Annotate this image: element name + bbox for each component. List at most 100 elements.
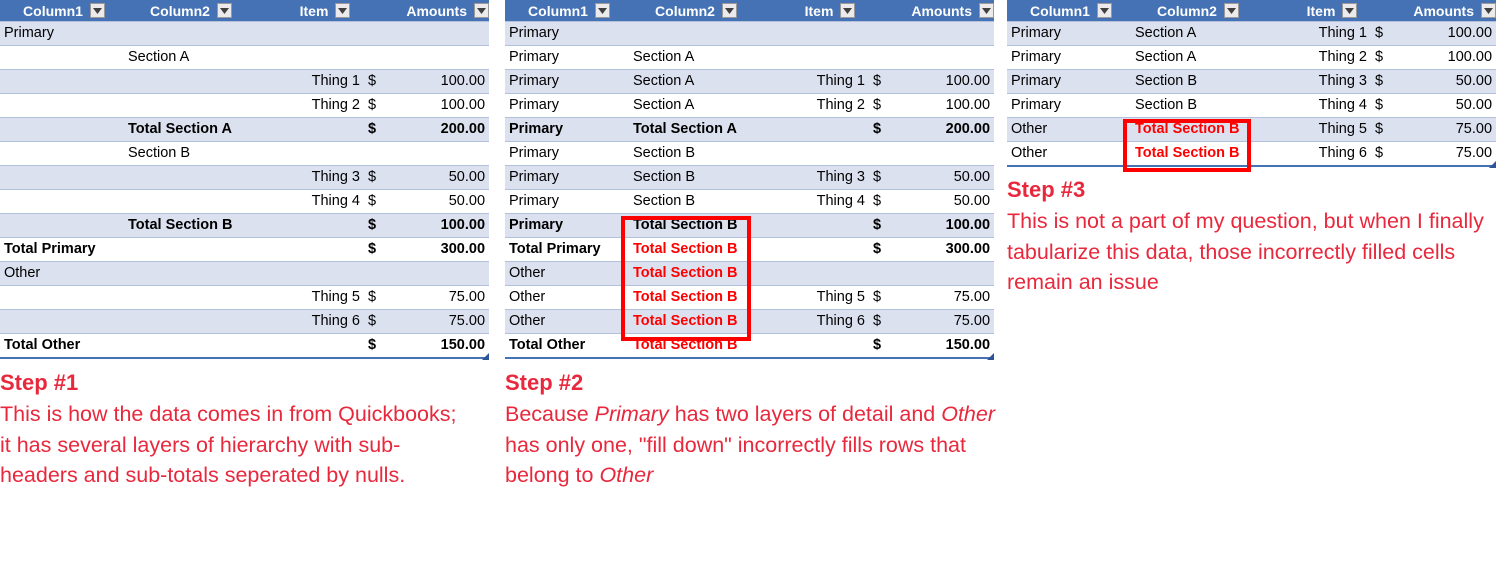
- cell-currency-symbol[interactable]: $: [869, 117, 898, 142]
- table-row[interactable]: Other Total Section B Thing 5 $75.00: [1007, 117, 1497, 142]
- cell-currency-symbol[interactable]: $: [364, 117, 393, 142]
- cell-amount[interactable]: 75.00: [897, 309, 995, 334]
- table-row[interactable]: Primary: [0, 21, 490, 46]
- cell-item[interactable]: Thing 1: [759, 69, 869, 94]
- cell-item[interactable]: Thing 1: [1261, 21, 1371, 46]
- column-header-item[interactable]: Item: [254, 0, 393, 22]
- cell-currency-symbol[interactable]: $: [364, 69, 393, 94]
- table-row[interactable]: Primary Section A Thing 1 $100.00: [505, 69, 995, 94]
- cell-item[interactable]: Thing 1: [254, 69, 364, 94]
- chevron-down-icon[interactable]: [335, 3, 351, 18]
- cell-amount[interactable]: 100.00: [1399, 21, 1497, 46]
- cell-amount[interactable]: 100.00: [897, 93, 995, 118]
- cell-column1[interactable]: Primary: [505, 117, 629, 142]
- cell-currency-symbol[interactable]: [364, 45, 393, 70]
- cell-column2[interactable]: [124, 165, 254, 190]
- cell-column1[interactable]: Primary: [0, 21, 124, 46]
- cell-amount[interactable]: 100.00: [1399, 45, 1497, 70]
- column-header-column2[interactable]: Column2: [629, 0, 759, 22]
- cell-column1[interactable]: Primary: [1007, 45, 1131, 70]
- cell-column1[interactable]: [0, 189, 124, 214]
- cell-item[interactable]: [254, 237, 364, 262]
- cell-column1[interactable]: Other: [0, 261, 124, 286]
- table-row[interactable]: Total Primary $300.00: [0, 237, 490, 262]
- cell-amount[interactable]: 50.00: [897, 165, 995, 190]
- cell-column2[interactable]: Section A: [629, 45, 759, 70]
- column-header-column1[interactable]: Column1: [1007, 0, 1131, 22]
- cell-amount[interactable]: 100.00: [392, 213, 490, 238]
- cell-column1[interactable]: Other: [1007, 141, 1131, 167]
- cell-column2[interactable]: Section A: [629, 69, 759, 94]
- cell-column1[interactable]: Primary: [1007, 93, 1131, 118]
- cell-column2[interactable]: Section A: [1131, 45, 1261, 70]
- cell-currency-symbol[interactable]: $: [1371, 117, 1400, 142]
- cell-column1[interactable]: Primary: [505, 141, 629, 166]
- cell-column2[interactable]: [124, 189, 254, 214]
- cell-column1[interactable]: [0, 141, 124, 166]
- cell-amount[interactable]: 200.00: [392, 117, 490, 142]
- table-row[interactable]: Total Other $150.00: [0, 333, 490, 359]
- cell-amount[interactable]: 75.00: [392, 309, 490, 334]
- cell-column1[interactable]: Total Primary: [0, 237, 124, 262]
- cell-column1[interactable]: [0, 165, 124, 190]
- table-row[interactable]: Other Total Section B Thing 6 $75.00: [505, 309, 995, 334]
- table-row[interactable]: Primary Section B Thing 3 $50.00: [505, 165, 995, 190]
- cell-amount[interactable]: 100.00: [392, 69, 490, 94]
- cell-amount[interactable]: [897, 45, 995, 70]
- table-row[interactable]: Total Section A $200.00: [0, 117, 490, 142]
- table-row[interactable]: Other Total Section B: [505, 261, 995, 286]
- cell-column2[interactable]: Section B: [629, 141, 759, 166]
- cell-column1[interactable]: Primary: [505, 165, 629, 190]
- cell-column1[interactable]: [0, 45, 124, 70]
- cell-column2[interactable]: Total Section A: [124, 117, 254, 142]
- cell-amount[interactable]: [897, 261, 995, 286]
- table-row[interactable]: Primary Section A Thing 2 $100.00: [1007, 45, 1497, 70]
- column-header-column1[interactable]: Column1: [0, 0, 124, 22]
- table-row[interactable]: Thing 3 $50.00: [0, 165, 490, 190]
- chevron-down-icon[interactable]: [594, 3, 610, 18]
- cell-amount[interactable]: 75.00: [897, 285, 995, 310]
- cell-column2[interactable]: Total Section B: [629, 333, 759, 359]
- table-row[interactable]: Thing 4 $50.00: [0, 189, 490, 214]
- cell-column2[interactable]: Total Section B: [124, 213, 254, 238]
- chevron-down-icon[interactable]: [840, 3, 856, 18]
- cell-amount[interactable]: 75.00: [1399, 141, 1497, 167]
- cell-item[interactable]: [759, 117, 869, 142]
- cell-currency-symbol[interactable]: [869, 45, 898, 70]
- cell-column2[interactable]: [124, 309, 254, 334]
- cell-amount[interactable]: 50.00: [897, 189, 995, 214]
- cell-amount[interactable]: [897, 141, 995, 166]
- cell-currency-symbol[interactable]: $: [364, 189, 393, 214]
- cell-item[interactable]: [759, 261, 869, 286]
- cell-column2[interactable]: Section B: [1131, 69, 1261, 94]
- chevron-down-icon[interactable]: [979, 3, 995, 18]
- cell-column2[interactable]: [629, 21, 759, 46]
- cell-column1[interactable]: Primary: [505, 213, 629, 238]
- cell-amount[interactable]: 100.00: [392, 93, 490, 118]
- cell-item[interactable]: [759, 213, 869, 238]
- table-row[interactable]: Total Primary Total Section B $300.00: [505, 237, 995, 262]
- table-row[interactable]: Primary Total Section B $100.00: [505, 213, 995, 238]
- cell-column2[interactable]: Total Section B: [629, 261, 759, 286]
- cell-amount[interactable]: 150.00: [897, 333, 995, 359]
- cell-item[interactable]: [759, 21, 869, 46]
- cell-column2[interactable]: [124, 21, 254, 46]
- table-row[interactable]: Primary Section B Thing 4 $50.00: [1007, 93, 1497, 118]
- cell-currency-symbol[interactable]: $: [364, 237, 393, 262]
- cell-column2[interactable]: Section B: [1131, 93, 1261, 118]
- cell-column2[interactable]: [124, 261, 254, 286]
- chevron-down-icon[interactable]: [1096, 3, 1112, 18]
- table-row[interactable]: Primary Section B: [505, 141, 995, 166]
- cell-amount[interactable]: 75.00: [1399, 117, 1497, 142]
- cell-column2[interactable]: Total Section A: [629, 117, 759, 142]
- cell-amount[interactable]: 50.00: [1399, 93, 1497, 118]
- table-row[interactable]: Primary Section B Thing 3 $50.00: [1007, 69, 1497, 94]
- cell-item[interactable]: Thing 2: [759, 93, 869, 118]
- cell-currency-symbol[interactable]: $: [869, 237, 898, 262]
- table-row[interactable]: Other: [0, 261, 490, 286]
- cell-item[interactable]: Thing 3: [759, 165, 869, 190]
- cell-amount[interactable]: 300.00: [392, 237, 490, 262]
- table-row[interactable]: Section A: [0, 45, 490, 70]
- table-row[interactable]: Other Total Section B Thing 6 $75.00: [1007, 141, 1497, 167]
- chevron-down-icon[interactable]: [474, 3, 490, 18]
